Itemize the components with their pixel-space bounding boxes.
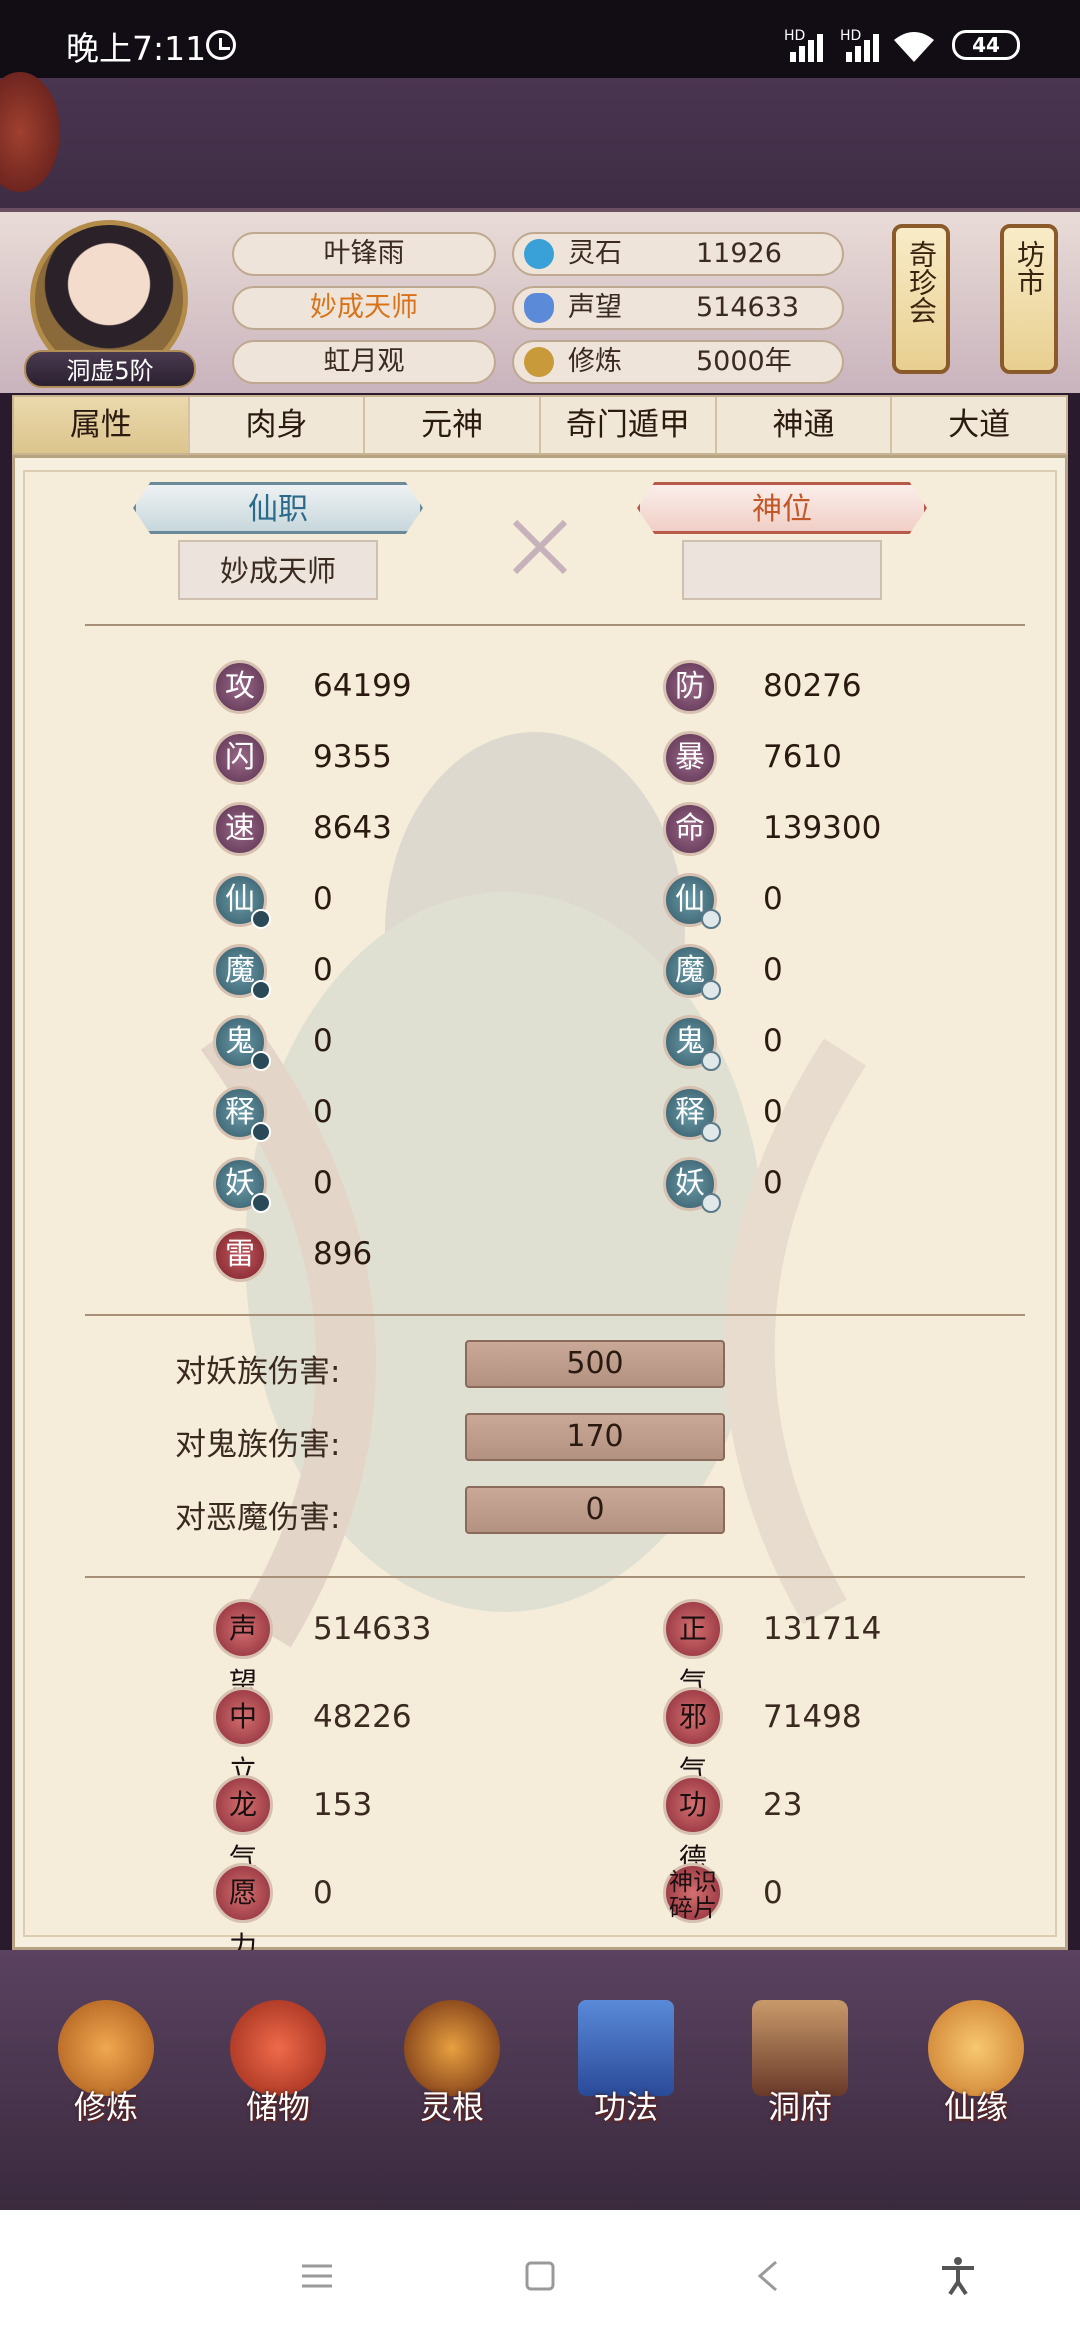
sword-badge-icon [251, 1122, 271, 1142]
reputation-crystal-icon [524, 293, 554, 323]
tab-divine-powers[interactable]: 神通 [717, 397, 893, 453]
player-header: 洞虚5阶 叶锋雨 妙成天师 虹月观 灵石 11926 声望 514633 修炼 … [0, 208, 1080, 393]
tab-soul[interactable]: 元神 [365, 397, 542, 453]
tab-great-dao[interactable]: 大道 [892, 397, 1066, 453]
meditating-figure-icon [524, 347, 554, 377]
wifi-icon [894, 32, 934, 62]
home-square-icon[interactable] [524, 2260, 556, 2292]
stat-dodge: 闪 9355 [213, 731, 513, 785]
resource-reputation: 声望 514633 [512, 286, 844, 330]
stat-buddha-defense: 释0 [663, 1086, 963, 1142]
damage-vs-demon: 对恶魔伤害: 0 [175, 1486, 735, 1536]
stat-immortal-defense: 仙0 [663, 873, 963, 929]
stat-yao-attack: 妖0 [213, 1157, 513, 1213]
rep-righteous: 正气 131714 [663, 1599, 963, 1699]
player-title: 妙成天师 [232, 286, 496, 330]
stat-demon-attack: 魔0 [213, 944, 513, 1000]
nav-cave-button[interactable]: 洞府 [740, 2000, 860, 2130]
stat-thunder: 雷 896 [213, 1228, 513, 1282]
rep-merit: 功德 23 [663, 1775, 963, 1875]
tab-qimen[interactable]: 奇门遁甲 [541, 397, 717, 453]
realm-rank-badge: 洞虚5阶 [24, 350, 196, 388]
stat-defense: 防 80276 [663, 660, 963, 714]
stat-health: 命 139300 [663, 802, 963, 856]
nav-spirit-root-button[interactable]: 灵根 [392, 2000, 512, 2130]
rep-divine-sense-fragments: 神识碎片 0 [663, 1863, 963, 1923]
divider [85, 1576, 1025, 1578]
divine-rank-value [682, 540, 882, 600]
sword-badge-icon [251, 1193, 271, 1213]
shield-badge-icon [701, 1122, 721, 1142]
back-icon[interactable] [756, 2260, 780, 2292]
immortal-post-ribbon: 仙职 [133, 482, 423, 534]
stat-immortal-attack: 仙0 [213, 873, 513, 929]
nav-techniques-button[interactable]: 功法 [566, 2000, 686, 2130]
market-hall-lantern-button[interactable]: 奇珍会 [892, 224, 950, 374]
crossed-swords-icon [512, 519, 568, 575]
player-sect: 虹月观 [232, 340, 496, 384]
stat-buddha-attack: 释0 [213, 1086, 513, 1142]
stat-demon-defense: 魔0 [663, 944, 963, 1000]
nav-fate-button[interactable]: 仙缘 [916, 2000, 1036, 2130]
shield-badge-icon [701, 1051, 721, 1071]
attribute-tabs: 属性 肉身 元神 奇门遁甲 神通 大道 [12, 395, 1068, 455]
top-band [0, 78, 1080, 208]
resource-spirit-stone: 灵石 11926 [512, 232, 844, 276]
menu-icon[interactable] [300, 2262, 334, 2290]
tab-body[interactable]: 肉身 [190, 397, 366, 453]
tab-attributes[interactable]: 属性 [14, 397, 190, 453]
nav-cultivate-button[interactable]: 修炼 [46, 2000, 166, 2130]
divider [85, 1314, 1025, 1316]
player-name: 叶锋雨 [232, 232, 496, 276]
resource-cultivation: 修炼 5000年 [512, 340, 844, 384]
stat-yao-defense: 妖0 [663, 1157, 963, 1213]
nav-storage-button[interactable]: 储物 [218, 2000, 338, 2130]
system-navigation-bar [0, 2210, 1080, 2340]
rep-neutral: 中立 48226 [213, 1687, 513, 1787]
bazaar-lantern-button[interactable]: 坊市 [1000, 224, 1058, 374]
divine-rank-ribbon: 神位 [637, 482, 927, 534]
sword-badge-icon [251, 909, 271, 929]
damage-vs-ghost: 对鬼族伤害: 170 [175, 1413, 735, 1463]
stat-critical: 暴 7610 [663, 731, 963, 785]
rep-vow-power: 愿力 0 [213, 1863, 513, 1963]
panel-inner: 仙职 妙成天师 神位 攻 64199 闪 9355 速 8643 仙0 魔0 鬼0 释… [23, 470, 1057, 1963]
rep-reputation: 声望 514633 [213, 1599, 513, 1699]
sword-badge-icon [251, 980, 271, 1000]
signal-icon-2 [846, 30, 886, 62]
accessibility-icon[interactable] [940, 2256, 976, 2296]
stat-ghost-attack: 鬼0 [213, 1015, 513, 1071]
stat-ghost-defense: 鬼0 [663, 1015, 963, 1071]
alarm-icon [206, 30, 236, 60]
divider [85, 624, 1025, 626]
sword-badge-icon [251, 1051, 271, 1071]
shield-badge-icon [701, 1193, 721, 1213]
spirit-stone-icon [524, 239, 554, 269]
attribute-panel: 仙职 妙成天师 神位 攻 64199 闪 9355 速 8643 仙0 魔0 鬼0 释… [12, 455, 1068, 1963]
rep-dragon-qi: 龙气 153 [213, 1775, 513, 1875]
battery-icon: 44 [952, 30, 1020, 60]
shield-badge-icon [701, 909, 721, 929]
status-time: 晚上7:11 [66, 29, 207, 68]
status-bar: 晚上7:11 HD HD 44 [0, 0, 1080, 78]
stat-speed: 速 8643 [213, 802, 513, 856]
signal-icon [790, 30, 830, 62]
stat-attack: 攻 64199 [213, 660, 513, 714]
immortal-post-value: 妙成天师 [178, 540, 378, 600]
shield-badge-icon [701, 980, 721, 1000]
damage-vs-yao: 对妖族伤害: 500 [175, 1340, 735, 1390]
rep-evil: 邪气 71498 [663, 1687, 963, 1787]
